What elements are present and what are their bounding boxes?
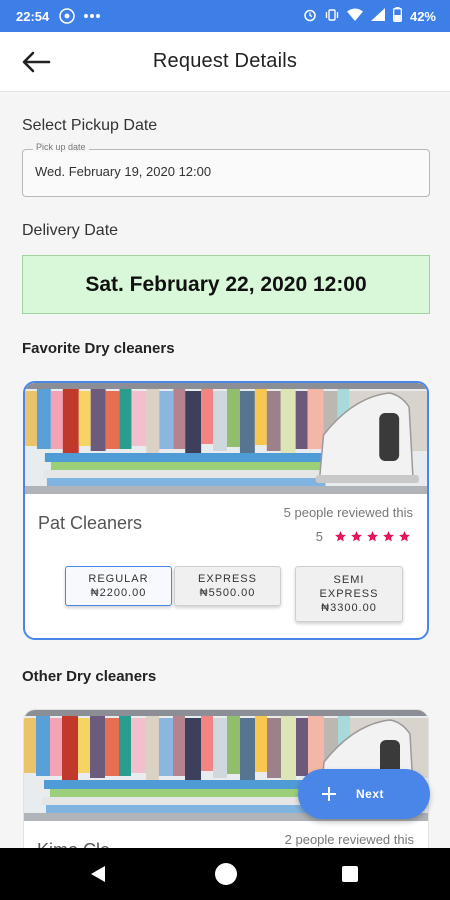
nav-home-icon[interactable] <box>215 863 237 885</box>
review-count: 5 people reviewed this <box>283 505 413 520</box>
app-bar: Request Details <box>0 32 450 92</box>
service-express-button[interactable]: EXPRESS ₦5500.00 <box>174 566 281 606</box>
service-name: REGULAR <box>88 573 149 585</box>
service-regular-button[interactable]: REGULAR ₦2200.00 <box>65 566 172 606</box>
system-nav-bar <box>0 848 450 900</box>
alarm-icon <box>303 8 317 25</box>
pickup-section-label: Select Pickup Date <box>22 117 158 134</box>
status-time: 22:54 <box>16 8 50 24</box>
arrow-left-icon <box>22 51 51 73</box>
star-icon <box>335 531 346 542</box>
review-count: 2 people reviewed this <box>284 832 414 847</box>
plus-icon <box>322 787 336 801</box>
vibrate-icon <box>325 8 339 25</box>
back-button[interactable] <box>18 46 54 78</box>
battery-percent: 42% <box>409 8 436 24</box>
status-bar: 22:54 42% <box>0 0 450 32</box>
favorite-cleaners-title: Favorite Dry cleaners <box>22 340 175 357</box>
service-name-line2: EXPRESS <box>319 588 379 600</box>
wifi-icon <box>346 8 363 24</box>
pickup-date-floating-label: Pick up date <box>33 142 89 152</box>
star-icon <box>383 531 394 542</box>
nav-recents-icon[interactable] <box>342 866 358 882</box>
more-dots-icon <box>83 12 101 20</box>
request-details-content[interactable]: Select Pickup Date Pick up date Delivery… <box>0 92 450 848</box>
pickup-date-input[interactable] <box>35 164 415 179</box>
delivery-date-display: Sat. February 22, 2020 12:00 <box>22 255 430 314</box>
service-price: ₦2200.00 <box>90 587 147 599</box>
star-icon <box>367 531 378 542</box>
cleaner-photo <box>25 383 427 494</box>
pickup-date-field[interactable]: Pick up date <box>22 142 430 197</box>
service-name: EXPRESS <box>198 573 257 585</box>
nav-back-icon[interactable] <box>90 865 106 883</box>
battery-icon <box>393 7 402 25</box>
cleaner-name: Pat Cleaners <box>38 513 143 533</box>
service-semi-express-button[interactable]: SEMI EXPRESS ₦3300.00 <box>295 566 403 622</box>
signal-icon <box>370 8 385 24</box>
page-title: Request Details <box>152 50 298 72</box>
cleaner-name: Kimo Cle <box>37 840 110 848</box>
favorite-cleaner-card[interactable]: Pat Cleaners 5 people reviewed this 5 RE… <box>23 381 429 640</box>
service-name-line1: SEMI <box>333 574 365 586</box>
rating: 5 <box>316 529 411 544</box>
other-cleaners-title: Other Dry cleaners <box>22 668 157 685</box>
next-button[interactable]: Next <box>298 769 430 819</box>
star-icon <box>399 531 410 542</box>
service-price: ₦5500.00 <box>199 587 256 599</box>
service-price: ₦3300.00 <box>321 602 377 614</box>
app-notification-icon <box>59 8 75 24</box>
next-button-label: Next <box>356 787 385 801</box>
star-icon <box>351 531 362 542</box>
delivery-section-label: Delivery Date <box>22 222 119 239</box>
rating-value: 5 <box>315 529 323 544</box>
